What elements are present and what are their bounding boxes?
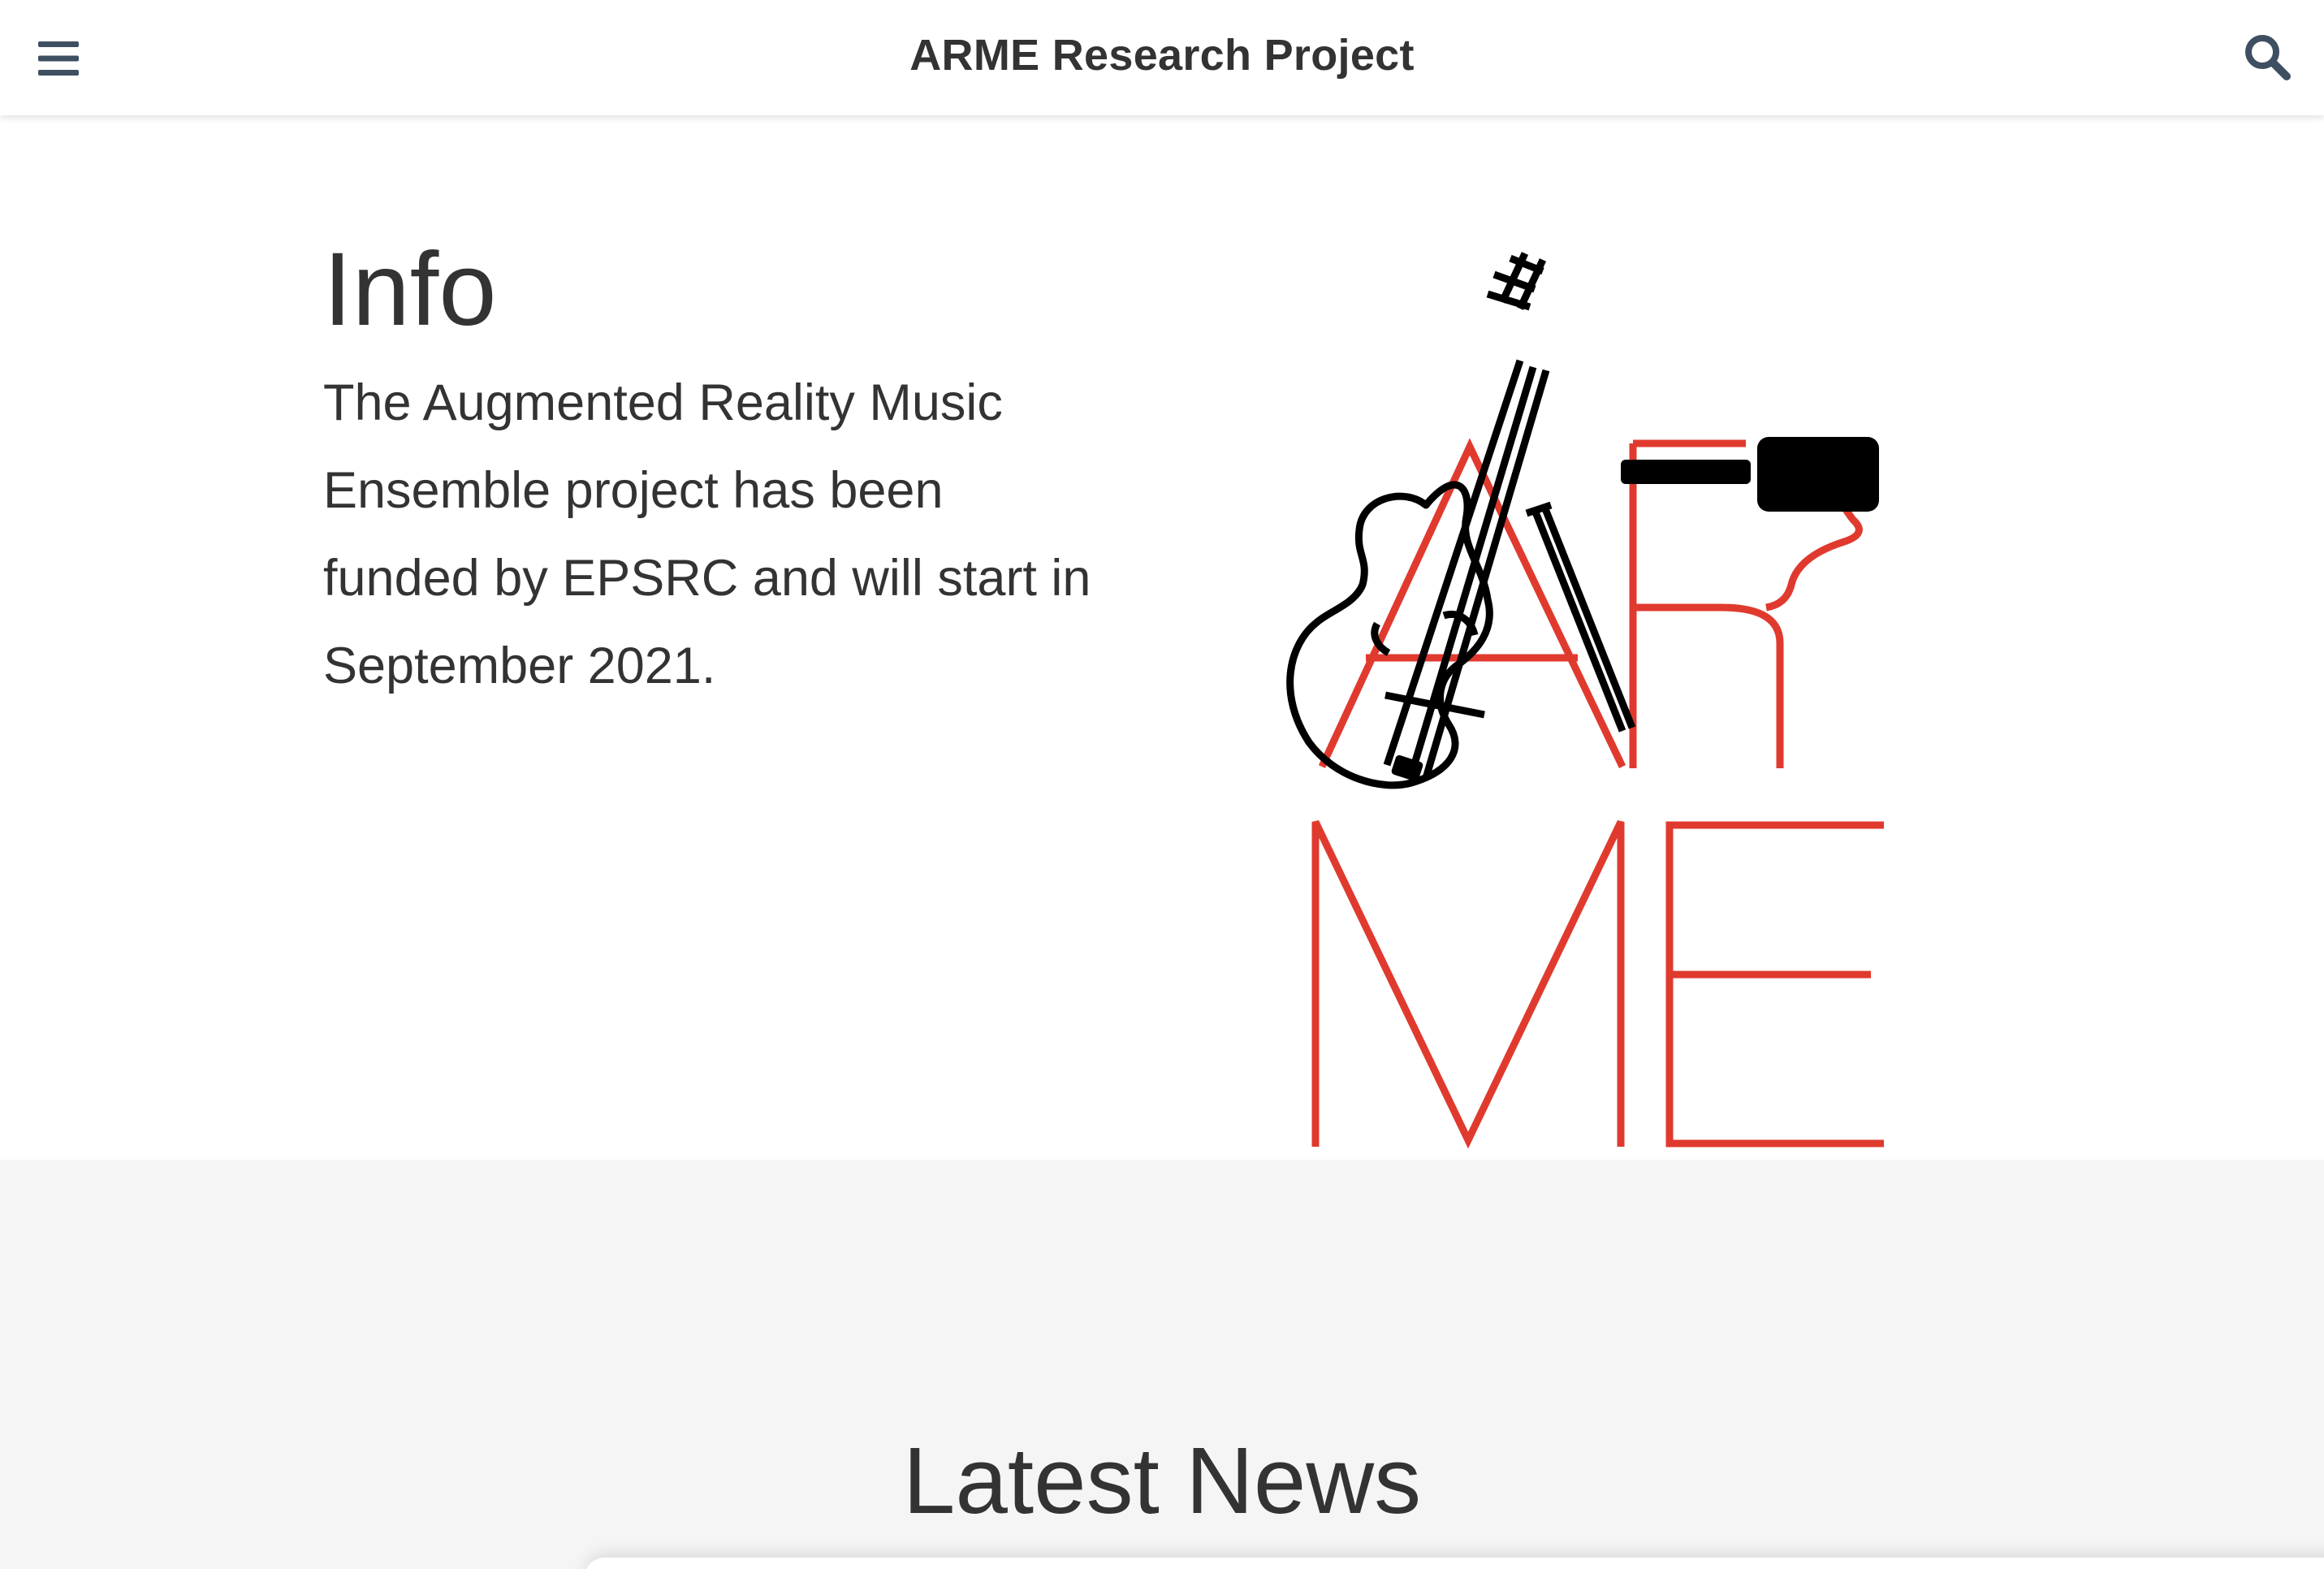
search-button[interactable] [2235, 24, 2300, 89]
search-icon [2245, 35, 2291, 80]
info-heading: Info [323, 231, 497, 348]
page: ARME Research Project Info The Augmented… [0, 0, 2324, 1569]
logo-headset [1621, 437, 1879, 512]
info-section: Info The Augmented Reality Music Ensembl… [0, 115, 2324, 1160]
news-card[interactable] [585, 1558, 2324, 1569]
logo-bow-icon [1525, 501, 1636, 733]
info-description: The Augmented Reality Music Ensemble pro… [323, 374, 1091, 694]
news-section: Latest News [0, 1160, 2324, 1569]
logo-letter-e [1665, 821, 1884, 1148]
arme-logo [1286, 252, 1884, 1149]
logo-letter-m [1311, 820, 1625, 1149]
site-title[interactable]: ARME Research Project [0, 0, 2324, 115]
top-navigation-bar: ARME Research Project [0, 0, 2324, 115]
news-heading: Latest News [902, 1428, 1422, 1533]
